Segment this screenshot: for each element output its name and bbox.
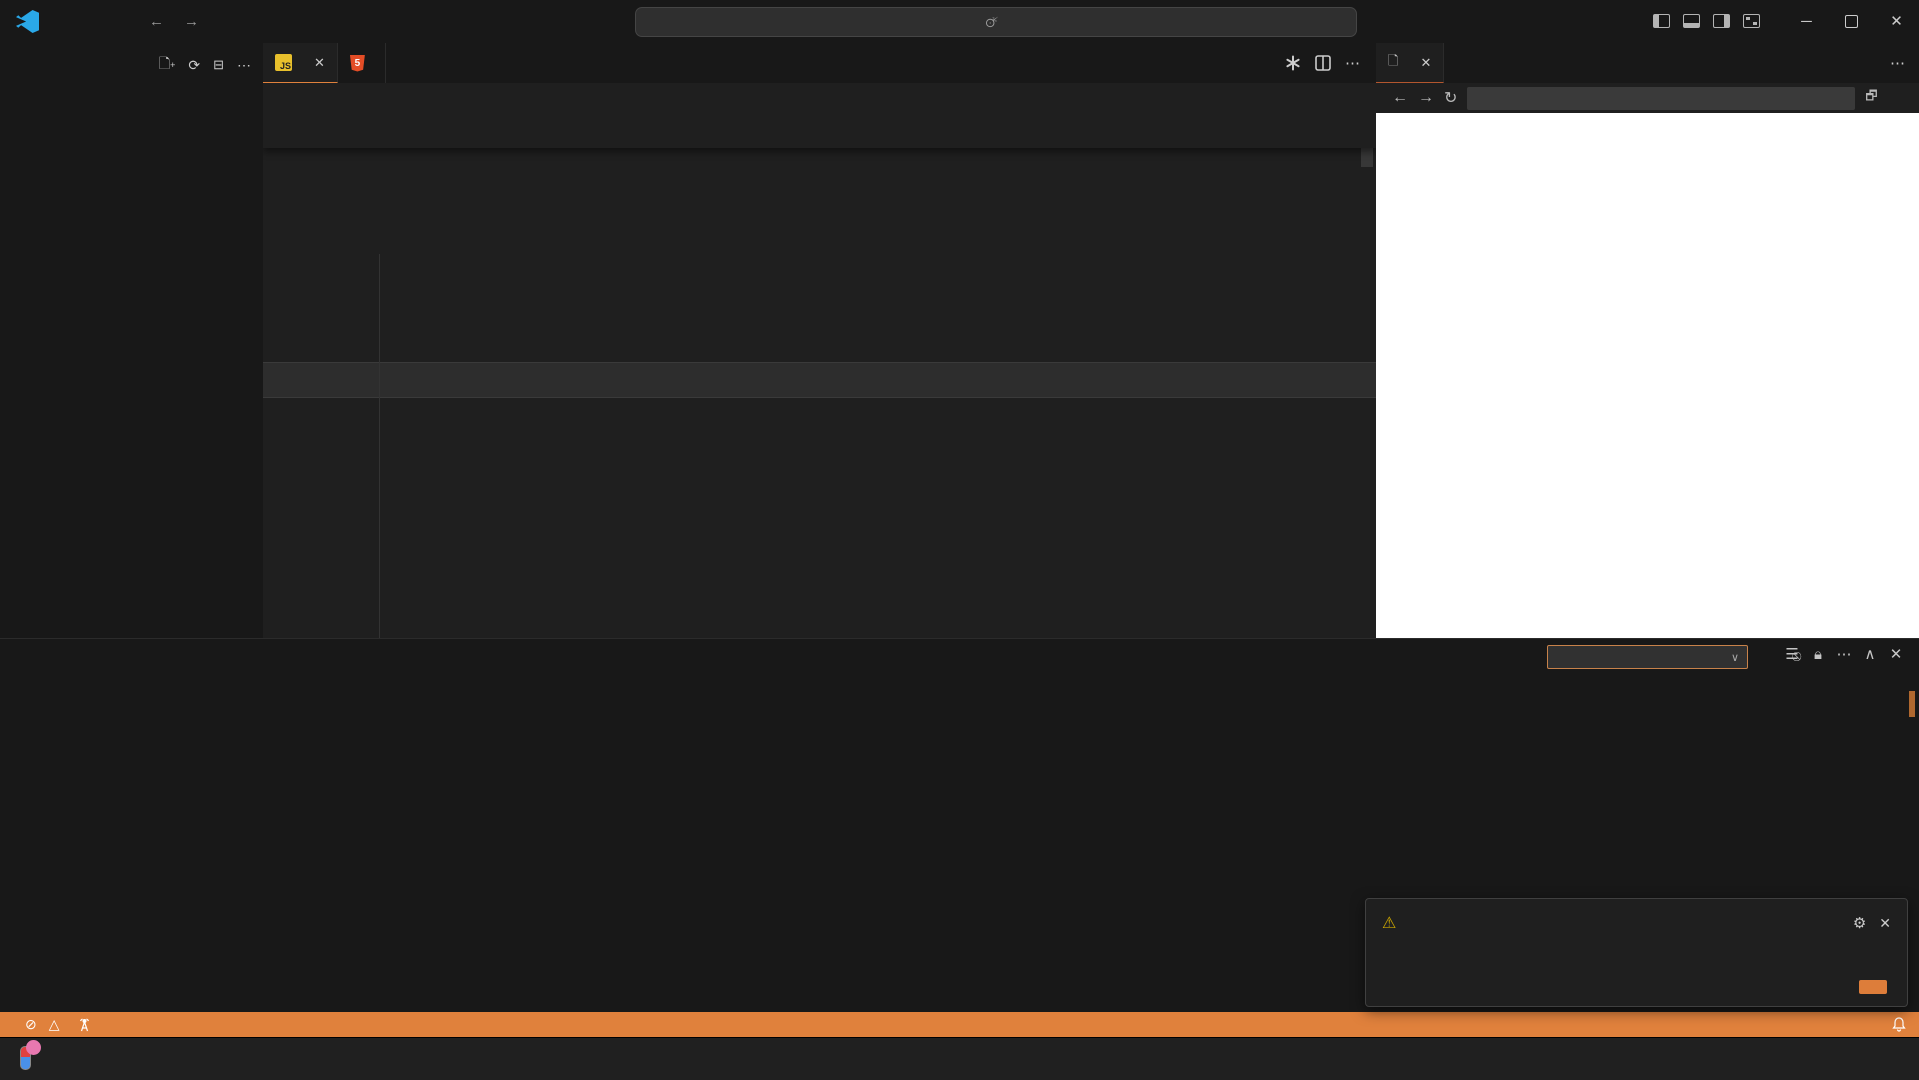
panel-scrollbar[interactable] bbox=[1909, 691, 1915, 717]
nav-forward-icon[interactable]: → bbox=[174, 0, 209, 43]
search-icon: 🜚 bbox=[985, 9, 998, 35]
weather-widget[interactable] bbox=[14, 1042, 50, 1074]
minimap[interactable] bbox=[1261, 113, 1361, 583]
browser-forward-icon[interactable]: → bbox=[1418, 89, 1434, 107]
html-file-icon: 5 bbox=[350, 55, 365, 72]
collapse-folders-icon[interactable]: ⊟ bbox=[213, 57, 224, 73]
file-icon: 🗋 bbox=[1388, 52, 1398, 74]
close-button[interactable]: ✕ bbox=[1874, 0, 1919, 42]
maximize-panel-icon[interactable]: ∧ bbox=[1857, 645, 1883, 663]
tower-icon bbox=[78, 1018, 91, 1032]
more-actions-icon[interactable]: ⋯ bbox=[1345, 54, 1360, 72]
notification-toast: ⚠ ⚙ ✕ bbox=[1365, 898, 1908, 1007]
p5-sketch-artwork bbox=[1376, 113, 1919, 638]
p5-run-icon[interactable] bbox=[1285, 55, 1301, 71]
more-actions-icon[interactable]: ⋯ bbox=[237, 57, 251, 74]
close-tab-icon[interactable]: ✕ bbox=[314, 55, 325, 71]
notifications-bell-icon[interactable] bbox=[1885, 1012, 1913, 1037]
new-file-icon[interactable]: 🗋+ bbox=[159, 53, 176, 77]
output-channel-select[interactable]: ∨ bbox=[1547, 645, 1748, 669]
lock-scroll-icon[interactable]: 🔒︎ bbox=[1805, 646, 1831, 663]
close-panel-icon[interactable]: ✕ bbox=[1883, 645, 1909, 663]
open-external-icon[interactable]: 🗗 bbox=[1865, 87, 1877, 109]
browser-tab-bar: 🗋 ✕ ⋯ bbox=[1376, 43, 1919, 84]
more-actions-icon[interactable]: ⋯ bbox=[1890, 54, 1905, 72]
tower-indicator[interactable] bbox=[71, 1012, 102, 1037]
status-bar: ⊘ △ bbox=[0, 1012, 1919, 1037]
tab-simple-browser[interactable]: 🗋 ✕ bbox=[1376, 43, 1444, 83]
warning-icon: △ bbox=[49, 1016, 60, 1033]
code-editor[interactable] bbox=[263, 113, 1376, 638]
tab-sketch-js[interactable]: JS ✕ bbox=[263, 43, 338, 83]
js-file-icon: JS bbox=[275, 54, 292, 71]
toast-close-icon[interactable]: ✕ bbox=[1879, 915, 1891, 932]
error-icon: ⊘ bbox=[25, 1016, 37, 1033]
minimize-button[interactable]: ─ bbox=[1784, 0, 1829, 42]
customize-layout-icon[interactable] bbox=[1736, 0, 1766, 42]
warning-icon: ⚠ bbox=[1382, 913, 1396, 933]
browser-back-icon[interactable]: ← bbox=[1392, 89, 1408, 107]
toggle-sidebar-icon[interactable] bbox=[1646, 0, 1676, 42]
windows-taskbar bbox=[0, 1037, 1919, 1080]
split-editor-icon[interactable] bbox=[1315, 55, 1331, 71]
remote-indicator[interactable] bbox=[4, 1012, 18, 1037]
widget-badge bbox=[26, 1040, 41, 1055]
tab-index-html[interactable]: 5 bbox=[338, 43, 386, 83]
current-line-highlight bbox=[263, 362, 1376, 398]
toggle-secondary-sidebar-icon[interactable] bbox=[1706, 0, 1736, 42]
editor-tab-bar: JS ✕ 5 ⋯ bbox=[263, 43, 1376, 84]
browser-reload-icon[interactable]: ↻ bbox=[1444, 88, 1457, 108]
toggle-panel-icon[interactable] bbox=[1676, 0, 1706, 42]
title-bar: ← → 🜚 ─ ✕ bbox=[0, 0, 1919, 44]
problems-indicator[interactable]: ⊘ △ bbox=[18, 1012, 71, 1037]
vscode-logo bbox=[16, 10, 39, 33]
browser-toolbar: ← → ↻ 🗗 bbox=[1376, 83, 1919, 113]
clear-output-icon[interactable]: ☰⃠ bbox=[1779, 645, 1805, 663]
panel-fill bbox=[0, 638, 263, 1013]
more-information-button[interactable] bbox=[1859, 980, 1887, 994]
browser-content bbox=[1376, 113, 1919, 638]
refresh-icon[interactable]: ⟳ bbox=[188, 57, 200, 74]
sticky-scroll-line[interactable] bbox=[263, 113, 1376, 148]
maximize-button[interactable] bbox=[1829, 0, 1874, 42]
url-input[interactable] bbox=[1467, 87, 1855, 110]
indent-guide bbox=[379, 254, 380, 638]
close-tab-icon[interactable]: ✕ bbox=[1420, 55, 1431, 71]
breadcrumb[interactable] bbox=[263, 83, 1376, 113]
command-center[interactable]: 🜚 bbox=[635, 7, 1357, 37]
toast-settings-gear-icon[interactable]: ⚙ bbox=[1853, 914, 1866, 932]
nav-back-icon[interactable]: ← bbox=[139, 0, 174, 43]
more-actions-icon[interactable]: ⋯ bbox=[1831, 645, 1857, 663]
